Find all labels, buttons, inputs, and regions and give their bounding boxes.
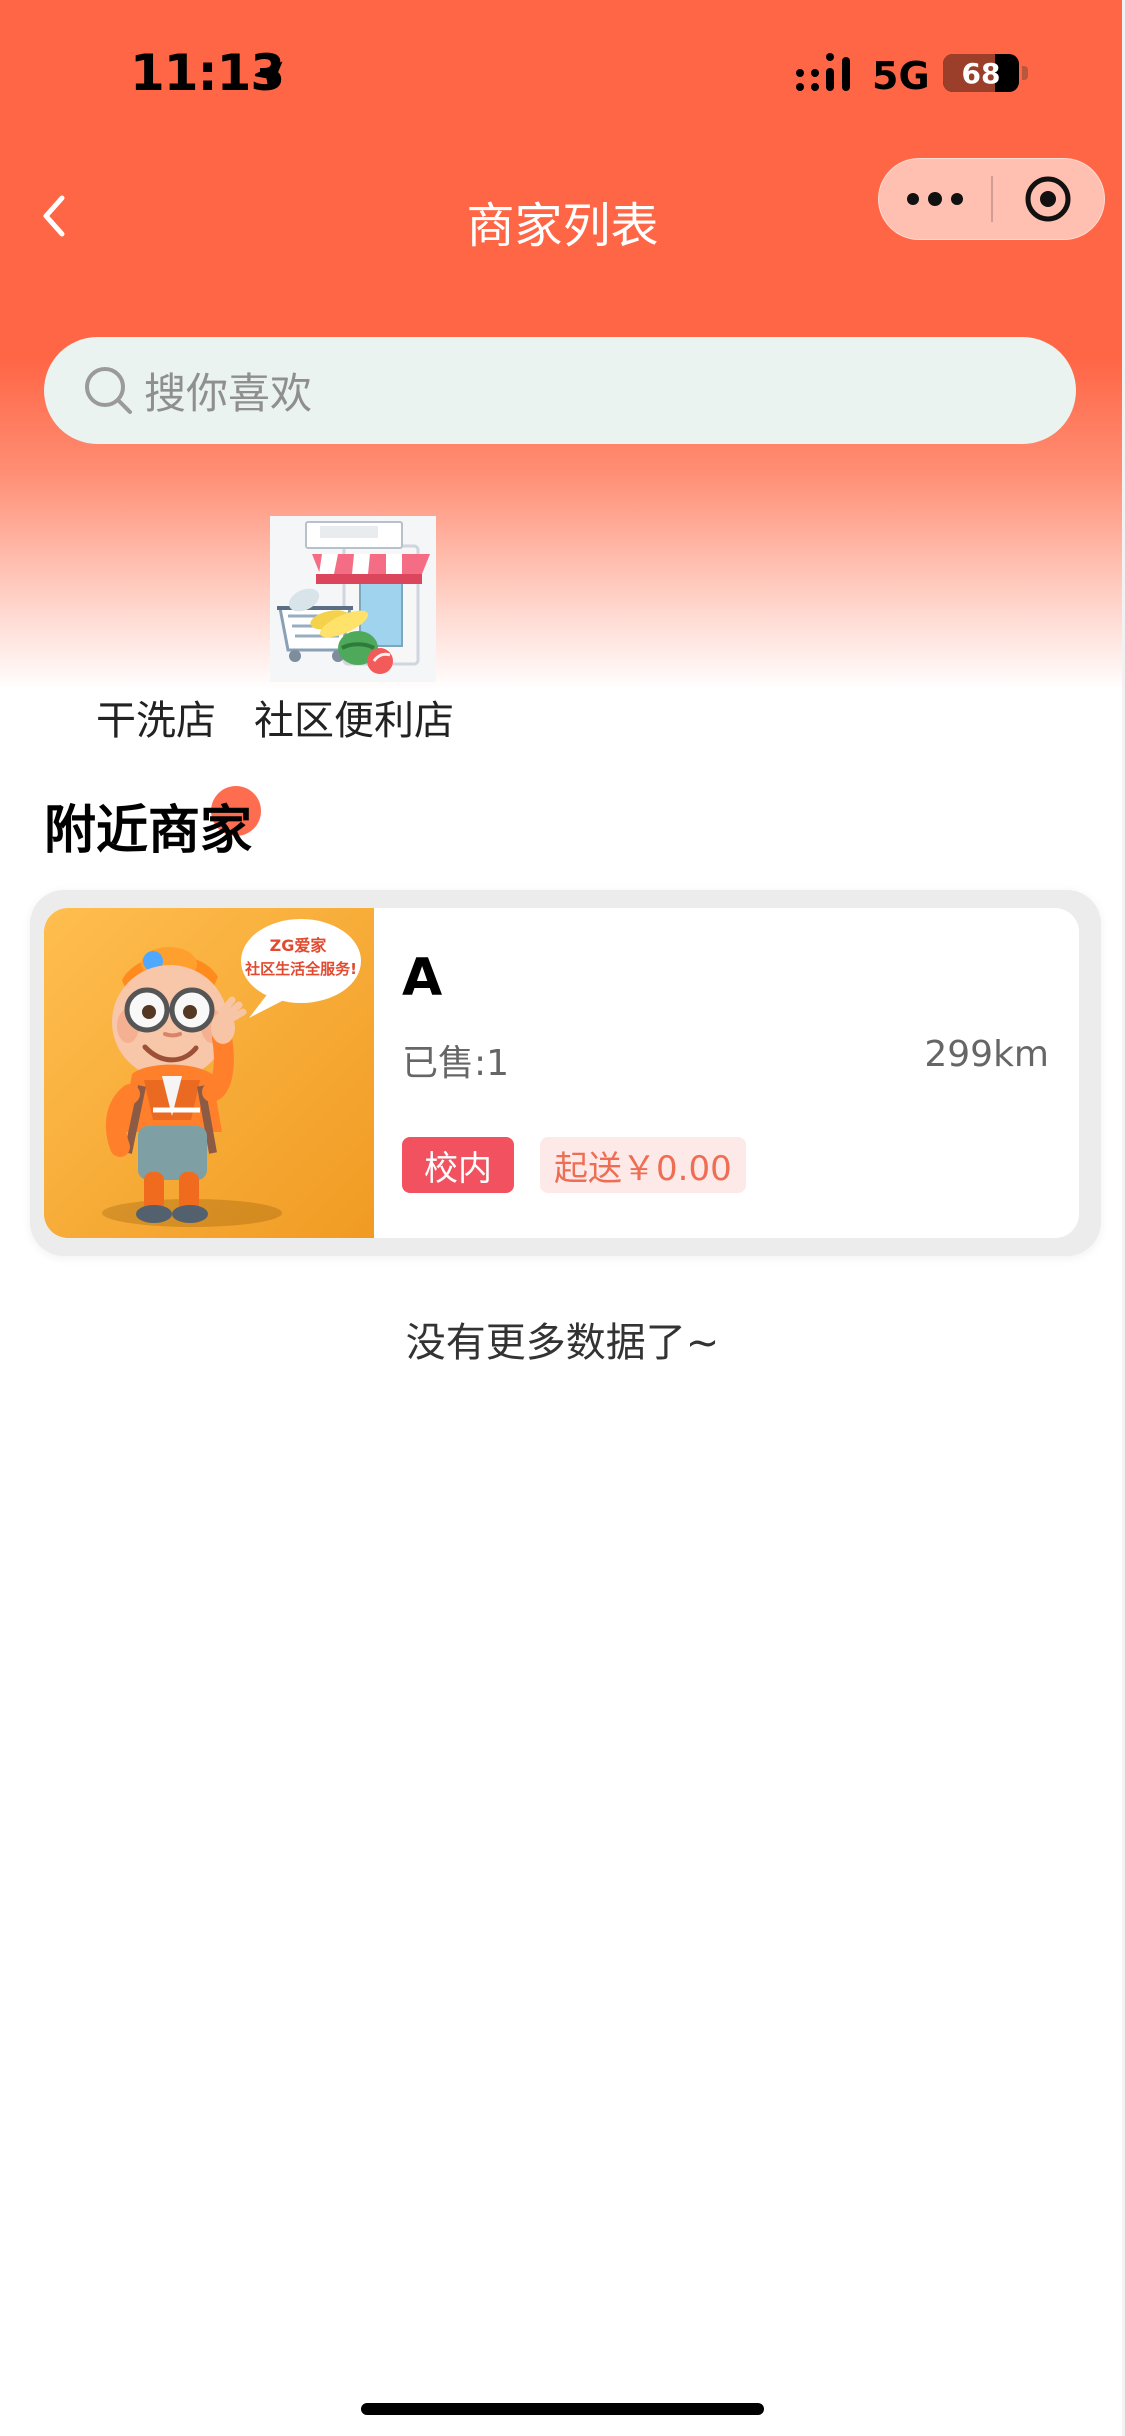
convenience-store-icon [270, 516, 436, 682]
category-label: 干洗店 [96, 698, 216, 744]
merchant-name: A [402, 948, 443, 1008]
merchant-card[interactable]: ZG爱家 社区生活全服务! A 已售:1 299km 校内 起送￥0.00 [44, 908, 1079, 1238]
location-arrow-icon [254, 61, 283, 90]
battery-indicator: 68 [943, 54, 1019, 92]
status-bar: 11:13 5G 68 [0, 0, 1125, 150]
mini-program-capsule [878, 158, 1105, 240]
minimum-delivery-tag: 起送￥0.00 [540, 1137, 746, 1193]
more-button[interactable] [879, 159, 991, 239]
search-placeholder: 搜你喜欢 [144, 369, 313, 418]
campus-tag: 校内 [402, 1137, 514, 1193]
bubble-text-line1: ZG爱家 [270, 936, 328, 955]
home-indicator [361, 2403, 764, 2415]
category-convenience-store[interactable]: 社区便利店 [246, 510, 462, 750]
no-more-data-text: 没有更多数据了~ [405, 1320, 720, 1366]
merchant-image: ZG爱家 社区生活全服务! [44, 908, 374, 1238]
target-close-icon [1025, 176, 1071, 222]
signal-strength-icon [796, 53, 850, 91]
merchant-sold-count: 已售:1 [402, 1043, 510, 1084]
close-button[interactable] [993, 159, 1104, 239]
category-label: 社区便利店 [254, 698, 454, 744]
bubble-text-line2: 社区生活全服务! [244, 960, 357, 978]
battery-text: 68 [961, 56, 1001, 90]
chevron-left-icon [43, 195, 65, 237]
search-icon [85, 366, 132, 414]
category-dry-cleaning[interactable]: 干洗店 [56, 510, 256, 750]
back-button[interactable] [32, 190, 76, 242]
category-list: 干洗店 社区便利店 [0, 510, 1125, 750]
section-title: 附近商家 [44, 788, 252, 863]
search-input[interactable]: 搜你喜欢 [44, 337, 1076, 444]
network-label: 5G [872, 54, 930, 98]
battery-cap [1022, 66, 1028, 80]
more-dots-icon [907, 192, 963, 206]
merchant-card-container: ZG爱家 社区生活全服务! A 已售:1 299km 校内 起送￥0.00 [30, 890, 1101, 1256]
nearby-merchants-title: 附近商家 [44, 801, 253, 861]
merchant-distance: 299km [924, 1034, 1049, 1075]
